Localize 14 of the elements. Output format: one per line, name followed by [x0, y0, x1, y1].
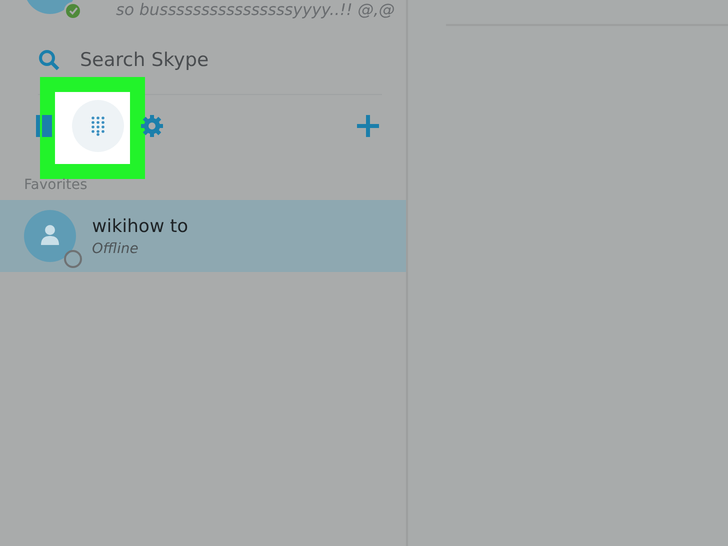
- contact-name: wikihow to: [92, 216, 188, 236]
- add-button[interactable]: [354, 112, 382, 140]
- search-field[interactable]: Search Skype: [80, 49, 360, 71]
- person-icon: [40, 224, 60, 246]
- search-icon[interactable]: [38, 49, 60, 71]
- contact-status: Offline: [92, 240, 140, 256]
- book-icon: [36, 115, 52, 137]
- mood-message: so bussssssssssssssssyyyy..!! @,@: [116, 0, 395, 19]
- settings-button[interactable]: [138, 112, 166, 140]
- contact-item[interactable]: wikihow to Offline: [0, 200, 406, 272]
- section-heading: Favorites: [24, 177, 88, 195]
- plus-icon: [356, 114, 380, 138]
- dialpad-icon: [91, 116, 105, 136]
- gear-icon: [140, 114, 164, 138]
